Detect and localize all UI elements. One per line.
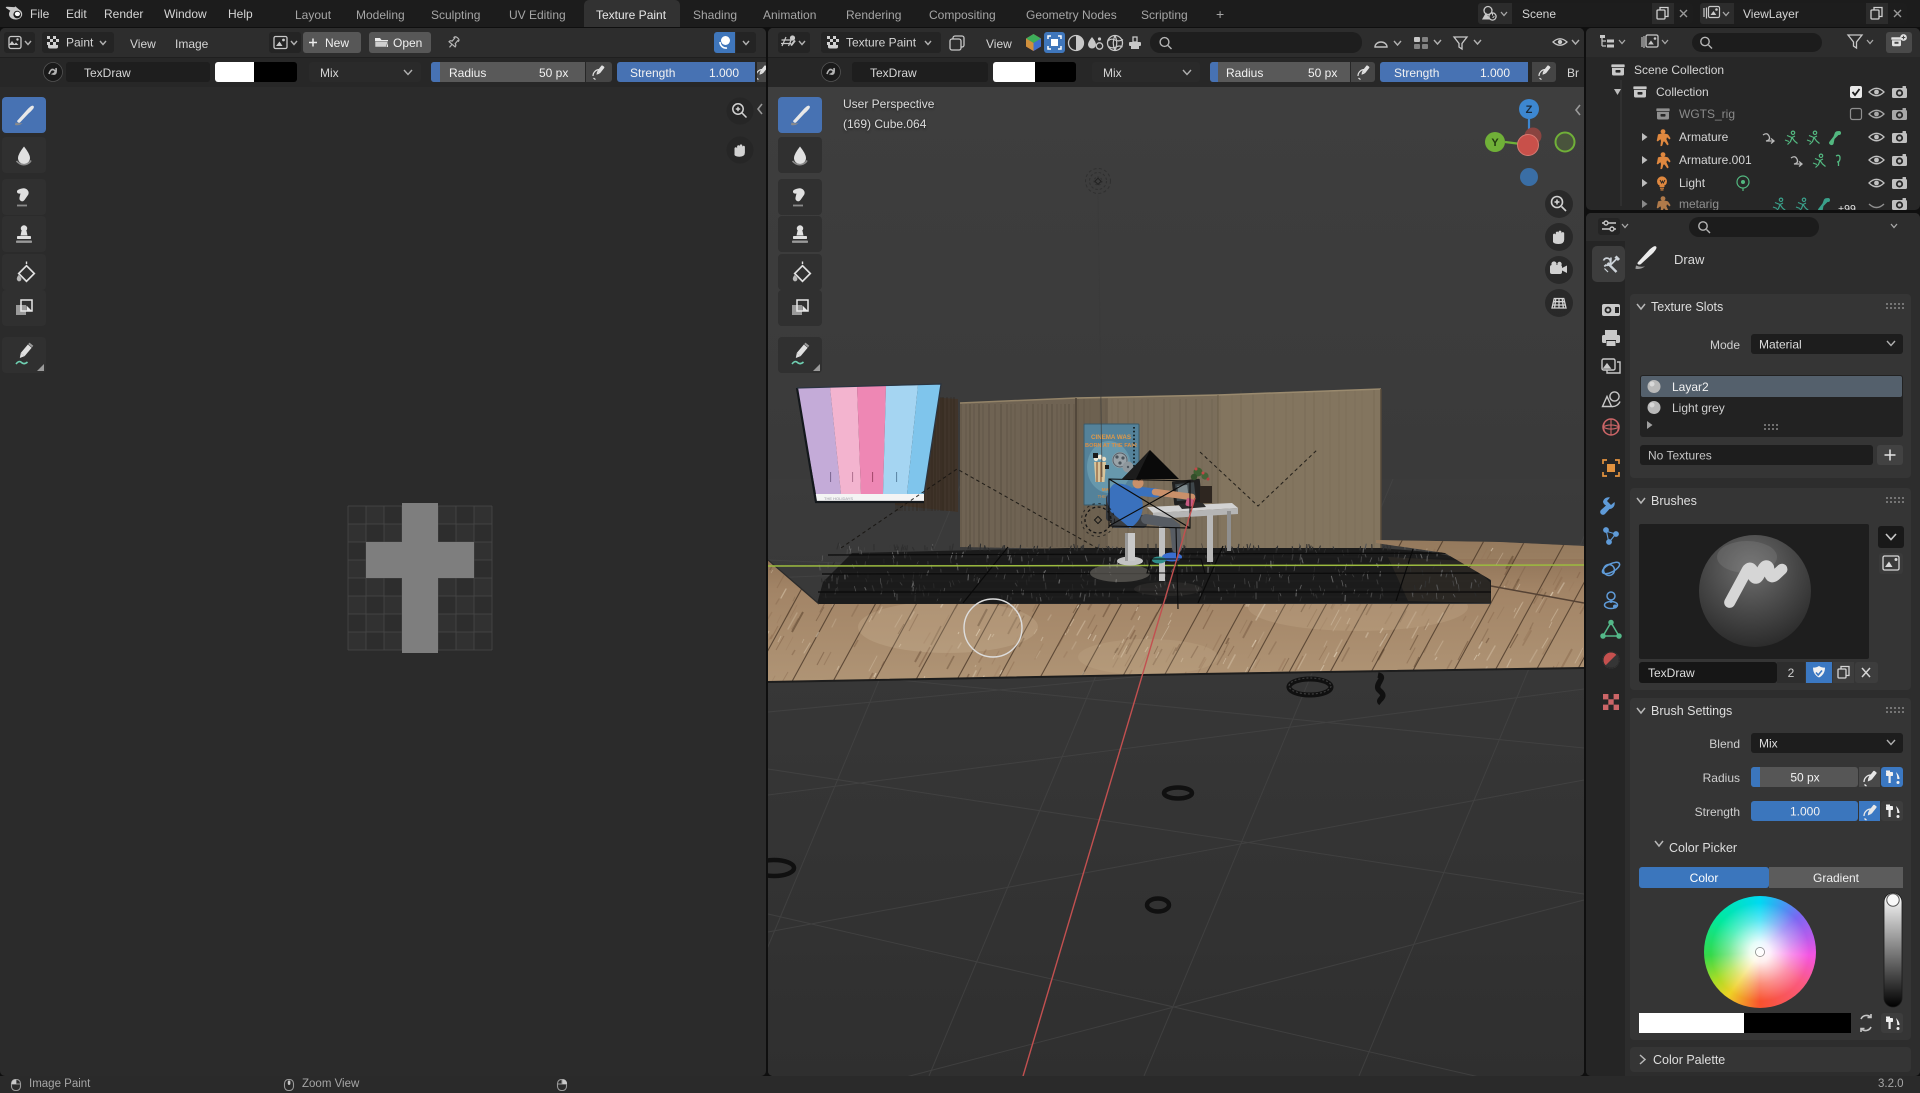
svg-text:Radius: Radius [1703,771,1740,785]
svg-text:THE HOLIDAYS: THE HOLIDAYS [824,496,853,501]
svg-text:Texture Slots: Texture Slots [1651,300,1723,314]
svg-text:Paint: Paint [66,36,94,50]
svg-text:Draw: Draw [1674,252,1705,267]
svg-text:BORN AT THE FAIR: BORN AT THE FAIR [1085,443,1137,449]
svg-text:Scene Collection: Scene Collection [1634,63,1724,77]
svg-text:50 px: 50 px [1790,771,1819,785]
svg-text:Armature: Armature [1679,130,1729,144]
svg-text:Blend: Blend [1709,737,1740,751]
svg-text:Brush Settings: Brush Settings [1651,704,1732,718]
svg-text:Z: Z [1526,104,1533,116]
svg-text:1.000: 1.000 [1790,805,1820,819]
svg-text:No Textures: No Textures [1648,449,1712,463]
svg-text:New: New [325,36,349,50]
svg-text:Mode: Mode [1710,338,1740,352]
svg-text:Mix: Mix [1759,737,1778,751]
svg-text:Brushes: Brushes [1651,494,1697,508]
svg-text:Collection: Collection [1656,85,1709,99]
svg-text:metarig: metarig [1679,197,1719,210]
svg-text:Color Palette: Color Palette [1653,1053,1725,1067]
svg-text:Light: Light [1679,176,1706,190]
svg-text:Light grey: Light grey [1672,401,1725,415]
svg-text:2: 2 [1788,666,1795,680]
svg-text:TexDraw: TexDraw [1648,666,1695,680]
svg-text:Gradient: Gradient [1813,871,1860,885]
svg-text:Y: Y [1491,137,1499,149]
svg-text:Color: Color [1690,871,1719,885]
svg-text:Open: Open [393,36,422,50]
svg-text:Material: Material [1759,338,1802,352]
svg-text:Armature.001: Armature.001 [1679,153,1752,167]
svg-text:Strength: Strength [1695,805,1740,819]
svg-text:+99: +99 [1838,203,1856,210]
svg-text:CINEMA WAS: CINEMA WAS [1091,434,1131,441]
svg-text:Layar2: Layar2 [1672,380,1709,394]
svg-text:Texture Paint: Texture Paint [846,36,917,50]
svg-text:Color Picker: Color Picker [1669,841,1737,855]
svg-text:WGTS_rig: WGTS_rig [1679,107,1735,121]
